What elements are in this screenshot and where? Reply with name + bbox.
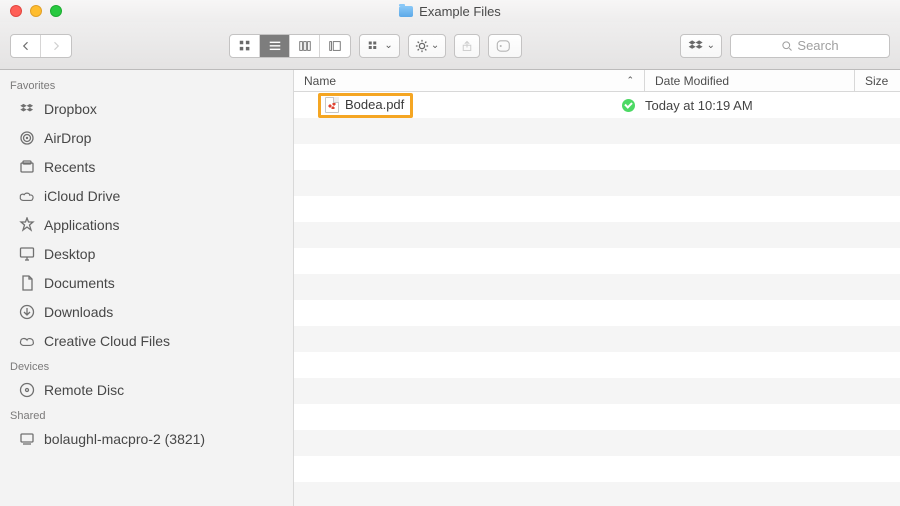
downloads-icon (18, 304, 36, 320)
share-button[interactable] (454, 34, 480, 58)
folder-icon (399, 6, 413, 17)
file-rows: Bodea.pdf Today at 10:19 AM (294, 92, 900, 506)
icloud-icon (18, 188, 36, 204)
back-button[interactable] (11, 35, 41, 57)
table-row (294, 378, 900, 404)
close-window-button[interactable] (10, 5, 22, 17)
icon-view-button[interactable] (230, 35, 260, 57)
share-icon (461, 39, 473, 53)
window-controls (10, 5, 62, 17)
search-field[interactable]: Search (730, 34, 890, 58)
recents-icon (18, 159, 36, 175)
arrange-button[interactable]: ⌄ (359, 34, 399, 58)
sort-ascending-icon: ⌃ (626, 75, 634, 86)
sidebar-item-label: AirDrop (44, 130, 91, 146)
search-icon (781, 40, 793, 52)
table-row (294, 404, 900, 430)
column-header-date[interactable]: Date Modified (645, 70, 855, 91)
nav-segment (10, 34, 72, 58)
remote-disc-icon (18, 382, 36, 398)
sidebar-item-desktop[interactable]: Desktop (0, 239, 293, 268)
table-row (294, 222, 900, 248)
table-row (294, 170, 900, 196)
sidebar-item-label: Recents (44, 159, 95, 175)
desktop-icon (18, 246, 36, 262)
sidebar-section-favorites: Favorites (0, 74, 293, 94)
table-row[interactable]: Bodea.pdf Today at 10:19 AM (294, 92, 900, 118)
sidebar-item-label: bolaughl-macpro-2 (3821) (44, 431, 205, 447)
file-name-label: Bodea.pdf (345, 97, 404, 113)
table-row (294, 144, 900, 170)
file-date: Today at 10:19 AM (645, 98, 855, 113)
window-title: Example Files (419, 4, 501, 19)
shared-computer-icon (18, 431, 36, 447)
table-row (294, 430, 900, 456)
sync-ok-icon (622, 99, 635, 112)
file-name-cell[interactable]: Bodea.pdf (294, 93, 645, 118)
dropbox-icon (18, 101, 36, 117)
airdrop-icon (18, 130, 36, 146)
table-row (294, 352, 900, 378)
gear-icon (415, 39, 429, 53)
sidebar-item-label: Applications (44, 217, 120, 233)
sidebar-item-label: Creative Cloud Files (44, 333, 170, 349)
sidebar-item-recents[interactable]: Recents (0, 152, 293, 181)
column-header-size[interactable]: Size (855, 70, 900, 91)
sidebar-item-label: Downloads (44, 304, 113, 320)
gallery-view-button[interactable] (320, 35, 350, 57)
sidebar: Favorites Dropbox AirDrop Recents iCloud… (0, 70, 294, 506)
sidebar-item-icloud[interactable]: iCloud Drive (0, 181, 293, 210)
maximize-window-button[interactable] (50, 5, 62, 17)
sidebar-item-applications[interactable]: Applications (0, 210, 293, 239)
creative-cloud-icon (18, 333, 36, 349)
sidebar-item-label: Documents (44, 275, 115, 291)
file-list-pane: Name ⌃ Date Modified Size Bodea.pdf Today… (294, 70, 900, 506)
sidebar-item-remote-disc[interactable]: Remote Disc (0, 375, 293, 404)
search-placeholder: Search (797, 38, 838, 53)
documents-icon (18, 275, 36, 291)
column-view-button[interactable] (290, 35, 320, 57)
pdf-file-icon (325, 97, 339, 113)
sidebar-item-label: Dropbox (44, 101, 97, 117)
table-row (294, 196, 900, 222)
forward-button[interactable] (41, 35, 71, 57)
table-row (294, 300, 900, 326)
table-row (294, 118, 900, 144)
column-headers: Name ⌃ Date Modified Size (294, 70, 900, 92)
table-row (294, 274, 900, 300)
applications-icon (18, 217, 36, 233)
tag-icon (495, 40, 515, 52)
dropbox-toolbar-button[interactable]: ⌄ (680, 34, 722, 58)
list-view-button[interactable] (260, 35, 290, 57)
sidebar-item-dropbox[interactable]: Dropbox (0, 94, 293, 123)
sidebar-item-label: iCloud Drive (44, 188, 120, 204)
file-name[interactable]: Bodea.pdf (318, 93, 413, 118)
sidebar-item-creative-cloud[interactable]: Creative Cloud Files (0, 326, 293, 355)
sidebar-item-documents[interactable]: Documents (0, 268, 293, 297)
sidebar-section-shared: Shared (0, 404, 293, 424)
table-row (294, 482, 900, 506)
sidebar-item-label: Remote Disc (44, 382, 124, 398)
sidebar-item-downloads[interactable]: Downloads (0, 297, 293, 326)
tags-button[interactable] (488, 34, 522, 58)
table-row (294, 326, 900, 352)
dropbox-icon (687, 39, 705, 53)
minimize-window-button[interactable] (30, 5, 42, 17)
sidebar-section-devices: Devices (0, 355, 293, 375)
column-header-name[interactable]: Name ⌃ (294, 70, 645, 91)
table-row (294, 248, 900, 274)
titlebar: Example Files (0, 0, 900, 22)
action-button[interactable]: ⌄ (408, 34, 446, 58)
toolbar: ⌄ ⌄ ⌄ (0, 22, 900, 70)
view-mode-segment (229, 34, 351, 58)
table-row (294, 456, 900, 482)
sidebar-item-label: Desktop (44, 246, 95, 262)
sidebar-item-airdrop[interactable]: AirDrop (0, 123, 293, 152)
sidebar-item-shared-computer[interactable]: bolaughl-macpro-2 (3821) (0, 424, 293, 453)
